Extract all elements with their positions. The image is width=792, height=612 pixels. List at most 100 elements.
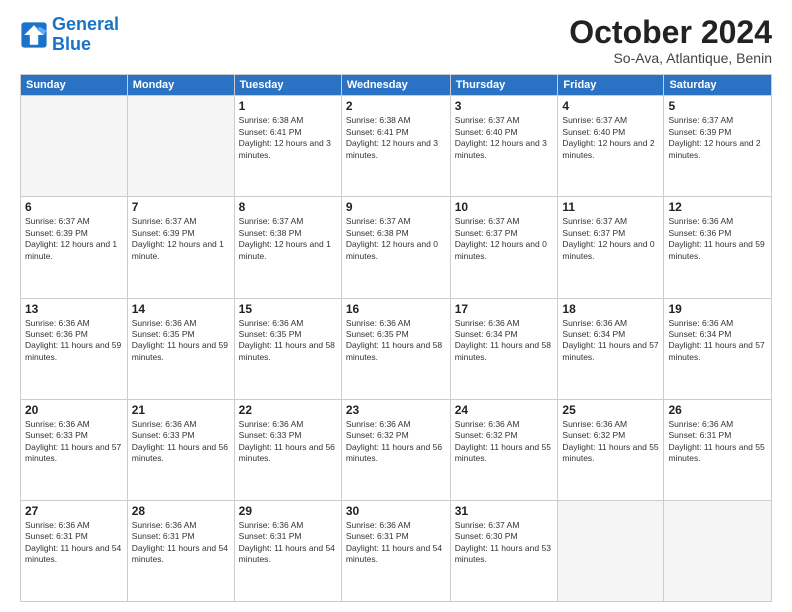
day-detail: Sunrise: 6:38 AMSunset: 6:41 PMDaylight:… bbox=[239, 115, 337, 161]
calendar-cell: 16 Sunrise: 6:36 AMSunset: 6:35 PMDayligh… bbox=[341, 298, 450, 399]
day-number: 9 bbox=[346, 200, 446, 214]
day-detail: Sunrise: 6:36 AMSunset: 6:31 PMDaylight:… bbox=[132, 520, 230, 566]
day-detail: Sunrise: 6:36 AMSunset: 6:32 PMDaylight:… bbox=[562, 419, 659, 465]
day-detail: Sunrise: 6:37 AMSunset: 6:40 PMDaylight:… bbox=[455, 115, 554, 161]
day-detail: Sunrise: 6:37 AMSunset: 6:40 PMDaylight:… bbox=[562, 115, 659, 161]
day-number: 22 bbox=[239, 403, 337, 417]
calendar-cell: 12 Sunrise: 6:36 AMSunset: 6:36 PMDayligh… bbox=[664, 197, 772, 298]
col-tuesday: Tuesday bbox=[234, 75, 341, 96]
day-number: 14 bbox=[132, 302, 230, 316]
week-row-5: 27 Sunrise: 6:36 AMSunset: 6:31 PMDayligh… bbox=[21, 500, 772, 601]
day-number: 8 bbox=[239, 200, 337, 214]
day-number: 20 bbox=[25, 403, 123, 417]
calendar-cell: 14 Sunrise: 6:36 AMSunset: 6:35 PMDayligh… bbox=[127, 298, 234, 399]
col-thursday: Thursday bbox=[450, 75, 558, 96]
calendar-cell: 18 Sunrise: 6:36 AMSunset: 6:34 PMDayligh… bbox=[558, 298, 664, 399]
calendar-cell: 4 Sunrise: 6:37 AMSunset: 6:40 PMDaylight… bbox=[558, 96, 664, 197]
calendar-cell bbox=[127, 96, 234, 197]
day-detail: Sunrise: 6:36 AMSunset: 6:31 PMDaylight:… bbox=[346, 520, 446, 566]
calendar-cell: 30 Sunrise: 6:36 AMSunset: 6:31 PMDayligh… bbox=[341, 500, 450, 601]
day-detail: Sunrise: 6:36 AMSunset: 6:34 PMDaylight:… bbox=[455, 318, 554, 364]
day-detail: Sunrise: 6:36 AMSunset: 6:34 PMDaylight:… bbox=[562, 318, 659, 364]
day-number: 17 bbox=[455, 302, 554, 316]
day-detail: Sunrise: 6:36 AMSunset: 6:32 PMDaylight:… bbox=[455, 419, 554, 465]
calendar-cell bbox=[664, 500, 772, 601]
week-row-3: 13 Sunrise: 6:36 AMSunset: 6:36 PMDayligh… bbox=[21, 298, 772, 399]
calendar-cell bbox=[558, 500, 664, 601]
day-number: 6 bbox=[25, 200, 123, 214]
calendar-cell: 1 Sunrise: 6:38 AMSunset: 6:41 PMDaylight… bbox=[234, 96, 341, 197]
calendar-table: Sunday Monday Tuesday Wednesday Thursday… bbox=[20, 74, 772, 602]
calendar-cell: 21 Sunrise: 6:36 AMSunset: 6:33 PMDayligh… bbox=[127, 399, 234, 500]
calendar-cell: 23 Sunrise: 6:36 AMSunset: 6:32 PMDayligh… bbox=[341, 399, 450, 500]
logo-text: General Blue bbox=[52, 15, 119, 55]
calendar-cell: 13 Sunrise: 6:36 AMSunset: 6:36 PMDayligh… bbox=[21, 298, 128, 399]
month-title: October 2024 bbox=[569, 15, 772, 50]
day-number: 19 bbox=[668, 302, 767, 316]
calendar-cell: 7Sunrise: 6:37 AMSunset: 6:39 PMDaylight… bbox=[127, 197, 234, 298]
day-detail: Sunrise: 6:37 AMSunset: 6:38 PMDaylight:… bbox=[346, 216, 446, 262]
page: General Blue October 2024 So-Ava, Atlant… bbox=[0, 0, 792, 612]
calendar-cell: 6Sunrise: 6:37 AMSunset: 6:39 PMDaylight… bbox=[21, 197, 128, 298]
calendar-header: Sunday Monday Tuesday Wednesday Thursday… bbox=[21, 75, 772, 96]
day-detail: Sunrise: 6:36 AMSunset: 6:33 PMDaylight:… bbox=[132, 419, 230, 465]
calendar-cell: 8 Sunrise: 6:37 AMSunset: 6:38 PMDaylight… bbox=[234, 197, 341, 298]
day-detail: Sunrise: 6:36 AMSunset: 6:32 PMDaylight:… bbox=[346, 419, 446, 465]
day-number: 5 bbox=[668, 99, 767, 113]
day-detail: Sunrise: 6:36 AMSunset: 6:31 PMDaylight:… bbox=[25, 520, 123, 566]
day-number: 27 bbox=[25, 504, 123, 518]
logo-line2: Blue bbox=[52, 35, 119, 55]
calendar-cell: 28 Sunrise: 6:36 AMSunset: 6:31 PMDayligh… bbox=[127, 500, 234, 601]
day-number: 1 bbox=[239, 99, 337, 113]
day-number: 30 bbox=[346, 504, 446, 518]
calendar-cell: 11 Sunrise: 6:37 AMSunset: 6:37 PMDayligh… bbox=[558, 197, 664, 298]
week-row-2: 6Sunrise: 6:37 AMSunset: 6:39 PMDaylight… bbox=[21, 197, 772, 298]
day-detail: Sunrise: 6:36 AMSunset: 6:34 PMDaylight:… bbox=[668, 318, 767, 364]
day-detail: Sunrise: 6:36 AMSunset: 6:35 PMDaylight:… bbox=[346, 318, 446, 364]
col-monday: Monday bbox=[127, 75, 234, 96]
day-number: 24 bbox=[455, 403, 554, 417]
calendar-body: 1 Sunrise: 6:38 AMSunset: 6:41 PMDaylight… bbox=[21, 96, 772, 602]
header: General Blue October 2024 So-Ava, Atlant… bbox=[20, 15, 772, 66]
day-number: 11 bbox=[562, 200, 659, 214]
calendar-cell: 19 Sunrise: 6:36 AMSunset: 6:34 PMDayligh… bbox=[664, 298, 772, 399]
calendar-cell bbox=[21, 96, 128, 197]
day-detail: Sunrise: 6:37 AMSunset: 6:38 PMDaylight:… bbox=[239, 216, 337, 262]
day-detail: Sunrise: 6:36 AMSunset: 6:36 PMDaylight:… bbox=[668, 216, 767, 262]
day-number: 18 bbox=[562, 302, 659, 316]
day-number: 16 bbox=[346, 302, 446, 316]
day-detail: Sunrise: 6:36 AMSunset: 6:31 PMDaylight:… bbox=[239, 520, 337, 566]
header-row: Sunday Monday Tuesday Wednesday Thursday… bbox=[21, 75, 772, 96]
day-number: 13 bbox=[25, 302, 123, 316]
calendar-cell: 25Sunrise: 6:36 AMSunset: 6:32 PMDayligh… bbox=[558, 399, 664, 500]
day-detail: Sunrise: 6:36 AMSunset: 6:35 PMDaylight:… bbox=[132, 318, 230, 364]
day-number: 4 bbox=[562, 99, 659, 113]
col-saturday: Saturday bbox=[664, 75, 772, 96]
day-number: 21 bbox=[132, 403, 230, 417]
title-block: October 2024 So-Ava, Atlantique, Benin bbox=[569, 15, 772, 66]
day-number: 29 bbox=[239, 504, 337, 518]
calendar-cell: 17 Sunrise: 6:36 AMSunset: 6:34 PMDayligh… bbox=[450, 298, 558, 399]
day-number: 15 bbox=[239, 302, 337, 316]
day-number: 31 bbox=[455, 504, 554, 518]
calendar-cell: 24 Sunrise: 6:36 AMSunset: 6:32 PMDayligh… bbox=[450, 399, 558, 500]
day-detail: Sunrise: 6:36 AMSunset: 6:36 PMDaylight:… bbox=[25, 318, 123, 364]
day-detail: Sunrise: 6:36 AMSunset: 6:35 PMDaylight:… bbox=[239, 318, 337, 364]
logo: General Blue bbox=[20, 15, 119, 55]
day-number: 3 bbox=[455, 99, 554, 113]
day-number: 23 bbox=[346, 403, 446, 417]
day-number: 26 bbox=[668, 403, 767, 417]
day-number: 7 bbox=[132, 200, 230, 214]
day-detail: Sunrise: 6:37 AMSunset: 6:30 PMDaylight:… bbox=[455, 520, 554, 566]
calendar-cell: 15 Sunrise: 6:36 AMSunset: 6:35 PMDayligh… bbox=[234, 298, 341, 399]
day-detail: Sunrise: 6:37 AMSunset: 6:37 PMDaylight:… bbox=[562, 216, 659, 262]
calendar-cell: 10Sunrise: 6:37 AMSunset: 6:37 PMDayligh… bbox=[450, 197, 558, 298]
calendar-cell: 31 Sunrise: 6:37 AMSunset: 6:30 PMDayligh… bbox=[450, 500, 558, 601]
week-row-1: 1 Sunrise: 6:38 AMSunset: 6:41 PMDaylight… bbox=[21, 96, 772, 197]
day-detail: Sunrise: 6:38 AMSunset: 6:41 PMDaylight:… bbox=[346, 115, 446, 161]
col-friday: Friday bbox=[558, 75, 664, 96]
day-detail: Sunrise: 6:36 AMSunset: 6:31 PMDaylight:… bbox=[668, 419, 767, 465]
day-number: 28 bbox=[132, 504, 230, 518]
day-detail: Sunrise: 6:36 AMSunset: 6:33 PMDaylight:… bbox=[239, 419, 337, 465]
day-number: 12 bbox=[668, 200, 767, 214]
